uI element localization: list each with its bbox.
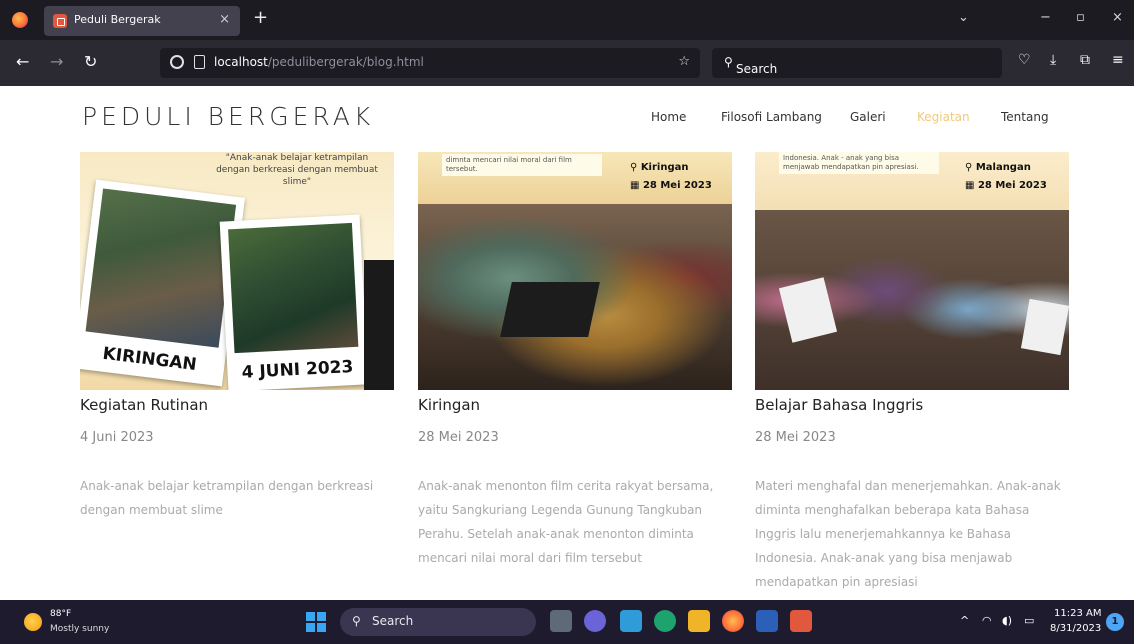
task-view-icon[interactable]: [550, 610, 572, 632]
back-arrow-icon[interactable]: ←: [16, 52, 29, 72]
image-place: ⚲ Malangan: [965, 162, 1031, 173]
card-title[interactable]: Kegiatan Rutinan: [80, 396, 208, 414]
pocket-icon[interactable]: ♡: [1018, 52, 1031, 68]
card-title[interactable]: Kiringan: [418, 396, 480, 414]
word-icon[interactable]: [756, 610, 778, 632]
battery-icon[interactable]: ▭: [1024, 614, 1034, 627]
clapperboard-icon: ▦: [965, 180, 975, 191]
card-title[interactable]: Belajar Bahasa Inggris: [755, 396, 923, 414]
blog-card[interactable]: dimnta mencari nilai moral dari film ter…: [418, 152, 732, 565]
weather-temperature[interactable]: 88°F: [50, 609, 71, 619]
location-pin-icon: ⚲: [965, 162, 973, 173]
wifi-icon[interactable]: ◠: [982, 614, 992, 627]
firefox-taskbar-icon[interactable]: [722, 610, 744, 632]
edge-icon[interactable]: [654, 610, 676, 632]
card-description: Materi menghafal dan menerjemahkan. Anak…: [755, 479, 1061, 589]
browser-search-box[interactable]: ⚲ Search: [712, 48, 1002, 78]
weather-sun-icon[interactable]: [24, 613, 42, 631]
nav-home[interactable]: Home: [651, 110, 686, 124]
tab-close-icon[interactable]: ×: [219, 12, 230, 27]
card-description: Anak-anak belajar ketrampilan dengan ber…: [80, 479, 374, 517]
nav-filosofi-lambang[interactable]: Filosofi Lambang: [721, 110, 822, 124]
image-label-date: 4 JUNI 2023: [241, 357, 354, 383]
search-icon: ⚲: [352, 614, 361, 628]
notification-badge[interactable]: 1: [1106, 613, 1124, 631]
downloads-icon[interactable]: ⤓: [1050, 52, 1056, 68]
tab-title: Peduli Bergerak: [74, 13, 161, 26]
site-header: PEDULI BERGERAK Home Filosofi Lambang Ga…: [0, 86, 1134, 152]
firefox-icon[interactable]: [12, 12, 28, 28]
clock-date[interactable]: 8/31/2023: [1050, 623, 1101, 634]
taskbar-search[interactable]: ⚲ Search: [340, 608, 536, 636]
image-date: ▦ 28 Mei 2023: [630, 180, 712, 191]
card-date: 28 Mei 2023: [755, 430, 836, 445]
nav-tentang[interactable]: Tentang: [1001, 110, 1049, 124]
address-bar[interactable]: localhost/pedulibergerak/blog.html ☆: [160, 48, 700, 78]
image-note: dimnta mencari nilai moral dari film ter…: [442, 154, 602, 176]
reload-icon[interactable]: ↻: [84, 52, 97, 72]
browser-search-placeholder: ⚲ Search: [724, 55, 778, 76]
image-quote: "Anak-anak belajar ketrampilan dengan be…: [216, 153, 378, 187]
extensions-icon[interactable]: ⧉: [1080, 52, 1090, 68]
polaroid-photo: KIRINGAN: [80, 179, 246, 387]
browser-tab-bar: Peduli Bergerak × + ⌄ − ▫ ×: [0, 0, 1134, 40]
card-image[interactable]: "Anak-anak belajar ketrampilan dengan be…: [80, 152, 394, 390]
close-window-button[interactable]: ×: [1112, 10, 1123, 25]
windows-taskbar: 88°F Mostly sunny ⚲ Search ^ ◠ ◖) ▭ 11:2…: [0, 600, 1134, 644]
chat-icon[interactable]: [584, 610, 606, 632]
tray-chevron-icon[interactable]: ^: [960, 614, 969, 627]
tab-list-chevron-icon[interactable]: ⌄: [958, 10, 969, 25]
blog-card[interactable]: Indonesia. Anak - anak yang bisa menjawa…: [755, 152, 1069, 589]
taskbar-search-label: Search: [372, 614, 414, 628]
menu-icon[interactable]: ≡: [1112, 52, 1124, 68]
clapperboard-icon: ▦: [630, 180, 640, 191]
image-place: ⚲ Kiringan: [630, 162, 689, 173]
volume-icon[interactable]: ◖): [1002, 614, 1012, 627]
site-brand[interactable]: PEDULI BERGERAK: [82, 102, 374, 131]
location-pin-icon: ⚲: [630, 162, 638, 173]
mail-icon[interactable]: [620, 610, 642, 632]
site-favicon-icon: [53, 14, 67, 28]
minimize-button[interactable]: −: [1040, 10, 1051, 25]
file-explorer-icon[interactable]: [688, 610, 710, 632]
polaroid-photo: 4 JUNI 2023: [219, 214, 369, 390]
tracking-shield-icon[interactable]: [170, 55, 184, 69]
restore-button[interactable]: ▫: [1076, 10, 1085, 25]
clock-time[interactable]: 11:23 AM: [1054, 608, 1101, 619]
start-button[interactable]: [306, 612, 326, 632]
new-tab-button[interactable]: +: [253, 8, 268, 28]
page-info-icon[interactable]: [194, 55, 205, 69]
bookmark-star-icon[interactable]: ☆: [678, 54, 690, 69]
browser-toolbar: ← → ↻ localhost/pedulibergerak/blog.html…: [0, 40, 1134, 86]
image-date: ▦ 28 Mei 2023: [965, 180, 1047, 191]
web-page: PEDULI BERGERAK Home Filosofi Lambang Ga…: [0, 86, 1134, 600]
forward-arrow-icon[interactable]: →: [50, 52, 63, 72]
card-image[interactable]: dimnta mencari nilai moral dari film ter…: [418, 152, 732, 390]
browser-tab[interactable]: Peduli Bergerak ×: [44, 6, 240, 36]
nav-kegiatan[interactable]: Kegiatan: [917, 110, 970, 124]
blog-card[interactable]: "Anak-anak belajar ketrampilan dengan be…: [80, 152, 394, 517]
laptop-in-photo: [500, 282, 600, 337]
image-label-place: KIRINGAN: [101, 343, 198, 376]
worksheet-in-photo: [1020, 298, 1069, 356]
weather-description[interactable]: Mostly sunny: [50, 624, 109, 634]
url-text[interactable]: localhost/pedulibergerak/blog.html: [214, 55, 424, 69]
nav-galeri[interactable]: Galeri: [850, 110, 886, 124]
card-date: 28 Mei 2023: [418, 430, 499, 445]
photos-icon[interactable]: [790, 610, 812, 632]
card-description: Anak-anak menonton film cerita rakyat be…: [418, 479, 714, 565]
card-date: 4 Juni 2023: [80, 430, 154, 445]
image-note: Indonesia. Anak - anak yang bisa menjawa…: [779, 152, 939, 174]
card-image[interactable]: Indonesia. Anak - anak yang bisa menjawa…: [755, 152, 1069, 390]
